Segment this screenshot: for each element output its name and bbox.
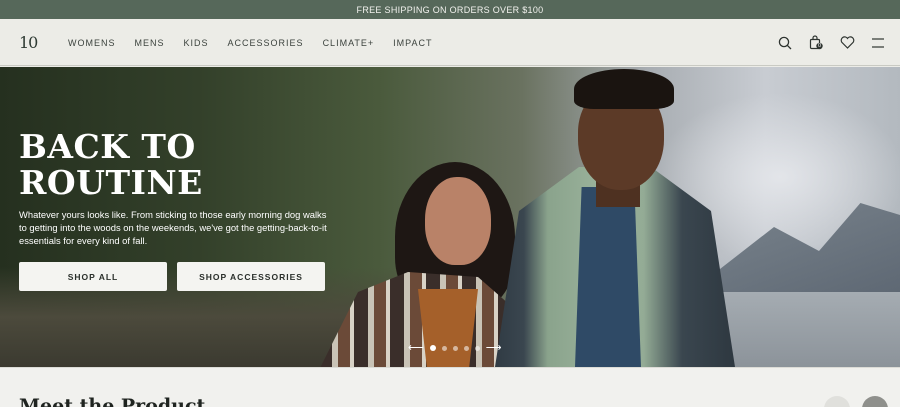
menu-icon[interactable] <box>870 35 886 51</box>
main-nav: WOMENS MENS KIDS ACCESSORIES CLIMATE+ IM… <box>68 19 452 66</box>
shop-accessories-button[interactable]: SHOP ACCESSORIES <box>177 262 325 291</box>
woman-shirt <box>418 289 478 367</box>
hero-title: BACK TO ROUTINE <box>19 129 203 201</box>
carousel-dot[interactable] <box>463 345 469 351</box>
search-icon[interactable] <box>777 35 793 51</box>
section-title: Meet the Product <box>19 395 206 407</box>
cart-count: 0 <box>817 42 822 49</box>
hero-title-line1: BACK TO <box>19 127 196 166</box>
nav-accessories[interactable]: ACCESSORIES <box>228 38 304 48</box>
heart-icon[interactable] <box>839 35 855 51</box>
nav-mens[interactable]: MENS <box>135 38 165 48</box>
site-header: 10 WOMENS MENS KIDS ACCESSORIES CLIMATE+… <box>0 19 900 66</box>
slider-prev-button[interactable]: « <box>824 396 850 407</box>
carousel-dot[interactable] <box>441 345 447 351</box>
woman-face <box>425 177 491 265</box>
hero-description: Whatever yours looks like. From sticking… <box>19 209 327 246</box>
nav-impact[interactable]: IMPACT <box>393 38 432 48</box>
nav-kids[interactable]: KIDS <box>184 38 209 48</box>
carousel-next-icon[interactable]: ⟶ <box>486 342 502 354</box>
hero-banner: BACK TO ROUTINE Whatever yours looks lik… <box>0 67 900 367</box>
meet-the-product-section: Meet the Product « » <box>0 367 900 407</box>
carousel-dot[interactable] <box>452 345 458 351</box>
shop-all-button[interactable]: SHOP ALL <box>19 262 167 291</box>
promo-text: FREE SHIPPING ON ORDERS OVER $100 <box>356 4 544 15</box>
hero-title-line2: ROUTINE <box>19 163 203 202</box>
nav-womens[interactable]: WOMENS <box>68 38 116 48</box>
promo-bar: FREE SHIPPING ON ORDERS OVER $100 <box>0 0 900 19</box>
nav-climate[interactable]: CLIMATE+ <box>323 38 375 48</box>
carousel-prev-icon[interactable]: ⟵ <box>408 342 424 354</box>
bag-icon[interactable]: 0 <box>808 35 824 51</box>
slider-next-button[interactable]: » <box>862 396 888 407</box>
man-shirt <box>575 187 641 367</box>
carousel-controls: ⟵ ⟶ <box>408 342 502 354</box>
carousel-dot[interactable] <box>474 345 480 351</box>
header-actions: 0 <box>777 19 886 66</box>
brand-logo[interactable]: 10 <box>19 33 38 52</box>
man-hair <box>574 69 674 109</box>
carousel-dot[interactable] <box>429 345 436 351</box>
